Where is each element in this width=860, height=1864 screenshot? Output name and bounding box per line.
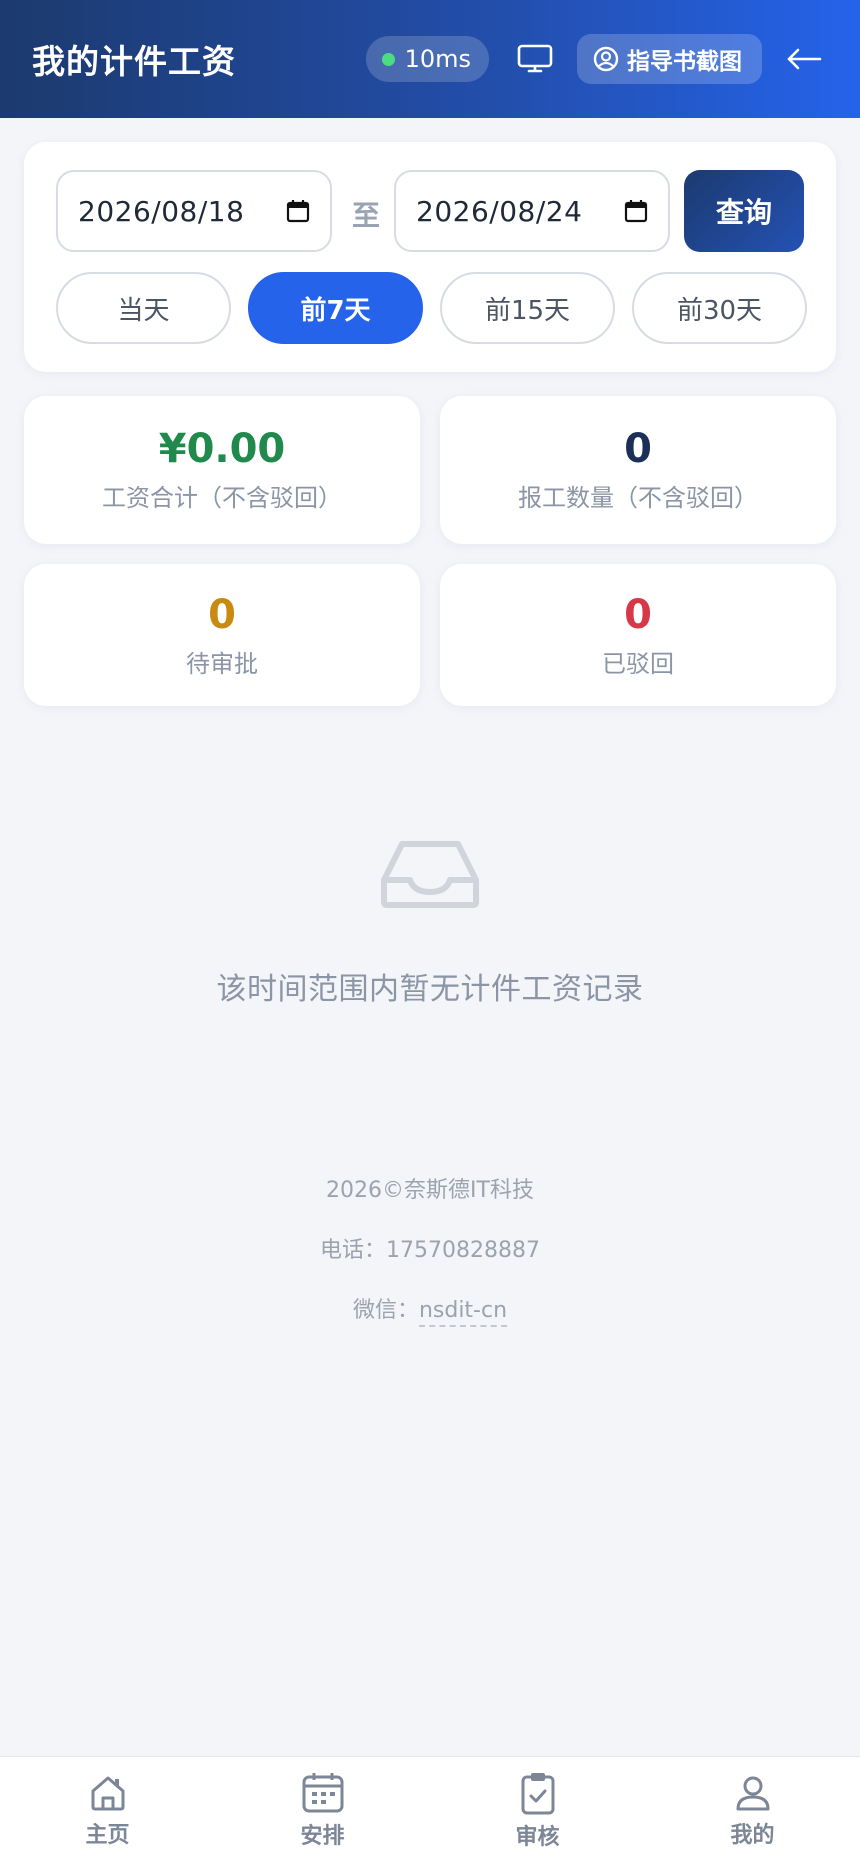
monitor-button[interactable] (505, 36, 565, 82)
inbox-icon (381, 841, 479, 908)
empty-state: 该时间范围内暂无计件工资记录 (0, 840, 860, 1008)
back-button[interactable] (780, 35, 828, 83)
nav-label: 审核 (515, 1824, 560, 1850)
nav-item-home[interactable]: 主页 (0, 1757, 215, 1864)
stat-label: 已驳回 (602, 650, 674, 678)
user-icon (736, 1776, 769, 1810)
stat-label: 待审批 (186, 650, 258, 678)
nav-label: 安排 (300, 1823, 345, 1849)
nav-item-schedule[interactable]: 安排 (215, 1757, 430, 1864)
copyright-text: 2026©奈斯德IT科技 (326, 1178, 534, 1203)
stat-card-report-count: 0 报工数量（不含驳回） (440, 396, 836, 544)
app-header: 我的计件工资 10ms 指导书截图 (0, 0, 860, 118)
range-today-button[interactable]: 当天 (56, 272, 231, 344)
stat-value: 0 (208, 592, 236, 638)
empty-message: 该时间范围内暂无计件工资记录 (216, 972, 644, 1007)
end-date-value: 2026/08/24 (416, 194, 583, 228)
stat-label: 工资合计（不含驳回） (102, 484, 342, 512)
latency-value: 10ms (404, 45, 471, 73)
clipboard-check-icon (521, 1772, 554, 1814)
stat-value: 0 (624, 426, 652, 472)
to-label: 至 (351, 199, 380, 232)
latency-badge: 10ms (365, 36, 489, 82)
user-circle-icon (593, 46, 619, 72)
page-title: 我的计件工资 (32, 42, 236, 81)
home-icon (91, 1776, 124, 1810)
stat-value: ¥0.00 (158, 426, 286, 472)
phone-row: 电话：17570828887 (320, 1232, 540, 1264)
phone-number[interactable]: 17570828887 (386, 1238, 540, 1263)
stat-card-rejected: 0 已驳回 (440, 564, 836, 706)
nav-item-review[interactable]: 审核 (430, 1757, 645, 1864)
range-15days-button[interactable]: 前15天 (440, 272, 615, 344)
calendar-icon (624, 200, 648, 223)
wechat-label: 微信： (352, 1298, 419, 1323)
status-dot (381, 52, 395, 66)
bottom-nav: 主页 安排 审核 我的 (0, 1756, 860, 1864)
range-30days-button[interactable]: 前30天 (632, 272, 807, 344)
start-date-input[interactable]: 2026/08/18 (56, 170, 332, 252)
nav-label: 主页 (85, 1822, 130, 1848)
date-filter-card: 2026/08/18 至 2026/08/24 查询 当天 前7天 前15天 前… (24, 142, 836, 372)
stat-card-pending: 0 待审批 (24, 564, 420, 706)
calendar-icon (286, 200, 310, 223)
query-button[interactable]: 查询 (684, 170, 804, 252)
nav-item-mine[interactable]: 我的 (645, 1757, 860, 1864)
monitor-icon (517, 44, 553, 73)
start-date-value: 2026/08/18 (78, 194, 245, 228)
wechat-id[interactable]: nsdit-cn (418, 1298, 508, 1327)
stat-value: 0 (624, 592, 652, 638)
end-date-input[interactable]: 2026/08/24 (394, 170, 670, 252)
wechat-row: 微信：nsdit-cn (352, 1292, 508, 1327)
calendar-icon (302, 1772, 343, 1812)
arrow-left-icon (787, 48, 822, 70)
stat-label: 报工数量（不含驳回） (518, 484, 758, 512)
range-7days-button[interactable]: 前7天 (248, 272, 423, 344)
company-info: 2026©奈斯德IT科技 电话：17570828887 微信：nsdit-cn (0, 1172, 860, 1327)
phone-label: 电话： (320, 1238, 387, 1263)
stat-card-total-wage: ¥0.00 工资合计（不含驳回） (24, 396, 420, 544)
guide-label: 指导书截图 (627, 49, 742, 75)
guide-screenshot-button[interactable]: 指导书截图 (577, 34, 762, 84)
nav-label: 我的 (730, 1822, 775, 1848)
